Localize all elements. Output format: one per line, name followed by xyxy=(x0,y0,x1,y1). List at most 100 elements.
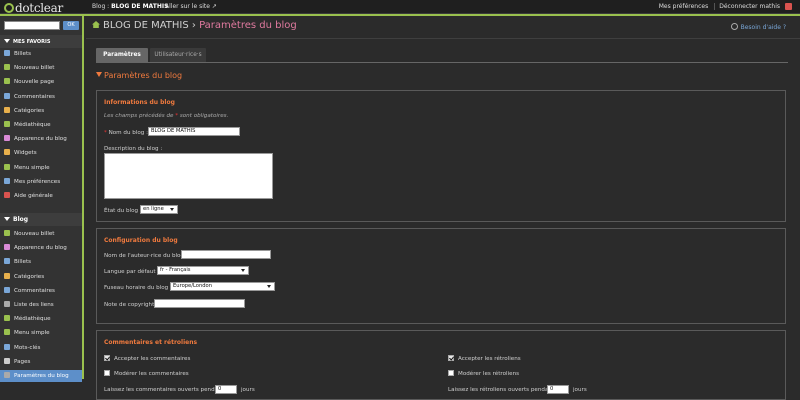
sidebar-item-label: Nouveau billet xyxy=(14,231,55,237)
sidebar-blog-mots-cles[interactable]: Mots-clés xyxy=(4,342,82,354)
section-heading[interactable]: Paramètres du blog xyxy=(96,71,182,80)
top-bar: dotclear Blog : BLOG DE MATHIS Aller sur… xyxy=(0,0,800,15)
blog-info-fieldset: Informations du blog Les champs précédés… xyxy=(96,90,786,222)
sidebar-blog-mediatheque[interactable]: Médiathèque xyxy=(4,313,82,325)
apparence-du-blog-icon xyxy=(4,135,10,142)
sidebar-item-label: Médiathèque xyxy=(14,316,51,323)
aide-generale-icon xyxy=(4,192,10,198)
sidebar-blog-liste-des-liens[interactable]: Liste des liens xyxy=(4,299,82,311)
copyright-input[interactable] xyxy=(154,299,245,308)
help-link[interactable]: Besoin d'aide ? xyxy=(730,23,786,31)
sidebar-item-label: Commentaires xyxy=(14,287,55,294)
comments-days-unit: jours xyxy=(241,387,255,393)
moderate-comments-checkbox[interactable] xyxy=(104,370,110,376)
blog-name-input[interactable]: BLOG DE MATHIS xyxy=(148,127,240,136)
nouvelle-page-icon xyxy=(4,78,10,85)
expand-icon xyxy=(96,72,102,77)
mes-preferences-icon xyxy=(4,177,10,184)
sidebar-fav-apparence-du-blog[interactable]: Apparence du blog xyxy=(4,133,82,145)
home-icon[interactable] xyxy=(92,21,100,28)
blog-description-textarea[interactable] xyxy=(104,153,273,199)
trackbacks-days-unit: jours xyxy=(573,387,587,393)
blog-status-select[interactable]: en ligne xyxy=(140,205,178,214)
categories-icon xyxy=(4,272,10,279)
sidebar: OK Mes favoris Billets Nouveau billet Nouv… xyxy=(0,16,84,382)
sidebar-fav-aide-generale[interactable]: Aide générale xyxy=(4,190,82,202)
timezone-select[interactable]: Europe/London xyxy=(170,282,275,291)
blog-section-header[interactable]: Blog xyxy=(0,213,82,226)
blog-config-legend: Configuration du blog xyxy=(104,237,178,244)
sidebar-blog-nouveau-billet[interactable]: Nouveau billet xyxy=(4,228,82,240)
accept-comments-checkbox[interactable] xyxy=(104,355,110,361)
sidebar-item-label: Catégories xyxy=(14,273,45,280)
sidebar-fav-mediatheque[interactable]: Médiathèque xyxy=(4,119,82,131)
dotclear-logo[interactable]: dotclear xyxy=(4,1,63,15)
sidebar-blog-menu-simple[interactable]: Menu simple xyxy=(4,327,82,339)
billets-icon xyxy=(4,258,10,265)
sidebar-item-label: Paramètres du blog xyxy=(14,373,69,379)
liste-des-liens-icon xyxy=(4,301,10,307)
current-blog-name: BLOG DE MATHIS xyxy=(111,3,169,10)
sidebar-item-label: Apparence du blog xyxy=(14,245,67,252)
sidebar-fav-nouveau-billet[interactable]: Nouveau billet xyxy=(4,62,82,74)
search-ok-button[interactable]: OK xyxy=(63,21,79,30)
sidebar-item-label: Nouveau billet xyxy=(14,65,55,72)
sidebar-fav-billets[interactable]: Billets xyxy=(4,48,82,60)
sidebar-fav-categories[interactable]: Catégories xyxy=(4,105,82,117)
blog-description-label: Description du blog : xyxy=(104,146,163,152)
sidebar-blog-pages[interactable]: Pages xyxy=(4,356,82,368)
sidebar-item-label: Catégories xyxy=(14,107,45,114)
sidebar-item-label: Billets xyxy=(14,259,32,266)
language-select[interactable]: fr - Français xyxy=(157,266,249,275)
tab-utilisateurs[interactable]: Utilisateur·rice·s xyxy=(150,48,206,62)
visit-site-link[interactable]: Aller sur le site ↗ xyxy=(165,3,217,10)
sidebar-fav-nouvelle-page[interactable]: Nouvelle page xyxy=(4,76,82,88)
sidebar-fav-commentaires[interactable]: Commentaires xyxy=(4,91,82,103)
logout-link[interactable]: Déconnecter mathis xyxy=(714,3,780,10)
tab-parametres[interactable]: Paramètres xyxy=(96,48,148,62)
breadcrumb-blog[interactable]: BLOG DE MATHIS xyxy=(103,20,189,31)
sidebar-fav-mes-preferences[interactable]: Mes préférences xyxy=(4,176,82,188)
sidebar-item-label: Menu simple xyxy=(14,330,50,337)
nouveau-billet-icon xyxy=(4,64,10,71)
moderate-trackbacks-checkbox[interactable] xyxy=(448,370,454,376)
blog-name-label: * Nom du blog : xyxy=(104,130,149,136)
preferences-link[interactable]: Mes préférences xyxy=(659,3,709,10)
accept-trackbacks-checkbox[interactable] xyxy=(448,355,454,361)
timezone-label: Fuseau horaire du blog : xyxy=(104,285,172,291)
sidebar-blog-categories[interactable]: Catégories xyxy=(4,271,82,283)
commentaires-icon xyxy=(4,286,10,293)
parametres-du-blog-icon xyxy=(4,372,10,378)
user-links: Mes préférences Déconnecter mathis xyxy=(659,3,780,10)
collapse-icon xyxy=(4,217,10,221)
sidebar-fav-menu-simple[interactable]: Menu simple xyxy=(4,162,82,174)
comments-days-input[interactable]: 0 xyxy=(215,385,237,394)
help-icon xyxy=(730,23,738,30)
sidebar-blog-apparence-du-blog[interactable]: Apparence du blog xyxy=(4,242,82,254)
moderate-comments-label: Modérer les commentaires xyxy=(114,371,189,377)
page-title: Paramètres du blog xyxy=(199,20,297,31)
sidebar-blog-billets[interactable]: Billets xyxy=(4,256,82,268)
menu-simple-icon xyxy=(4,329,10,336)
open-comments-label: Laissez les commentaires ouverts pendant xyxy=(104,387,224,393)
sidebar-blog-parametres-du-blog[interactable]: Paramètres du blog xyxy=(0,370,82,382)
search-input[interactable] xyxy=(4,21,60,30)
breadcrumb: BLOG DE MATHIS › Paramètres du blog xyxy=(92,20,297,31)
main-content: BLOG DE MATHIS › Paramètres du blog Beso… xyxy=(86,16,800,400)
sidebar-item-label: Pages xyxy=(14,358,31,365)
collapse-icon xyxy=(4,39,10,43)
mots-cles-icon xyxy=(4,343,10,350)
moderate-trackbacks-label: Modérer les rétroliens xyxy=(458,371,520,377)
sidebar-item-label: Aide générale xyxy=(14,193,53,199)
apparence-du-blog-icon xyxy=(4,244,10,251)
author-input[interactable] xyxy=(181,250,271,259)
comments-legend: Commentaires et rétroliens xyxy=(104,339,198,346)
accept-comments-label: Accepter les commentaires xyxy=(114,356,191,362)
sidebar-fav-widgets[interactable]: Widgets xyxy=(4,147,82,159)
billets-icon xyxy=(4,50,10,56)
logout-icon[interactable] xyxy=(785,3,792,10)
trackbacks-days-input[interactable]: 0 xyxy=(547,385,569,394)
blog-config-fieldset: Configuration du blog Nom de l'auteur·ri… xyxy=(96,228,786,324)
favorites-section-header[interactable]: Mes favoris xyxy=(0,35,82,48)
sidebar-blog-commentaires[interactable]: Commentaires xyxy=(4,285,82,297)
